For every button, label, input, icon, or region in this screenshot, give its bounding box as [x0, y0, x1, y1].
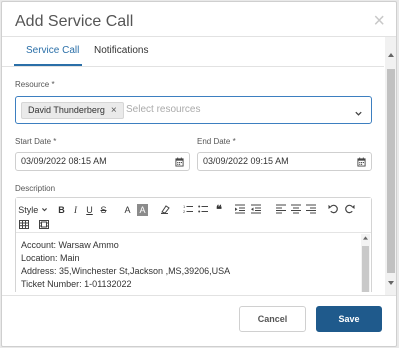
- undo-icon[interactable]: [327, 203, 340, 217]
- end-date-value: 03/09/2022 09:15 AM: [203, 156, 289, 166]
- required-mark: *: [53, 137, 57, 146]
- description-editor: Style B I U S A A 12 ❝ Account: Warsaw A…: [15, 197, 372, 292]
- resource-chip: David Thunderberg ×: [21, 102, 124, 119]
- table-icon[interactable]: [18, 220, 30, 232]
- description-label: Description: [15, 184, 56, 193]
- close-icon[interactable]: ×: [373, 11, 385, 31]
- description-line: Location: Main: [21, 253, 80, 263]
- add-service-call-dialog: Add Service Call × Service Call Notifica…: [1, 1, 397, 347]
- redo-icon[interactable]: [343, 203, 356, 217]
- calendar-icon[interactable]: [357, 156, 366, 173]
- media-icon[interactable]: [38, 220, 50, 232]
- bold-button[interactable]: B: [56, 204, 67, 216]
- dialog-scrollbar[interactable]: [385, 37, 396, 295]
- resource-chip-label: David Thunderberg: [28, 105, 105, 115]
- svg-text:2: 2: [183, 209, 186, 214]
- resource-search-input[interactable]: Select resources: [126, 103, 200, 117]
- chip-remove-icon[interactable]: ×: [111, 105, 117, 116]
- style-dropdown[interactable]: Style: [16, 204, 50, 216]
- start-date-value: 03/09/2022 08:15 AM: [21, 156, 107, 166]
- scroll-up-icon[interactable]: [363, 236, 368, 240]
- save-button[interactable]: Save: [316, 306, 382, 332]
- dialog-scroll-thumb[interactable]: [387, 69, 395, 273]
- start-date-label-text: Start Date: [15, 137, 52, 146]
- background-color-button[interactable]: A: [137, 204, 148, 216]
- description-line: Ticket Number: 1-01132022: [21, 279, 132, 289]
- blockquote-icon[interactable]: ❝: [213, 204, 225, 216]
- description-line: Address: 35,Winchester St,Jackson ,MS,39…: [21, 266, 231, 276]
- dialog-title: Add Service Call: [15, 13, 134, 30]
- start-date-input[interactable]: 03/09/2022 08:15 AM: [15, 152, 190, 171]
- strikethrough-button[interactable]: S: [98, 204, 109, 216]
- italic-button[interactable]: I: [70, 204, 81, 216]
- resource-multiselect[interactable]: David Thunderberg × Select resources: [15, 96, 372, 124]
- cancel-button[interactable]: Cancel: [239, 306, 306, 332]
- scroll-down-icon[interactable]: [388, 281, 394, 285]
- editor-toolbar: Style B I U S A A 12 ❝: [16, 198, 371, 233]
- style-dropdown-label: Style: [18, 205, 39, 215]
- end-date-input[interactable]: 03/09/2022 09:15 AM: [197, 152, 372, 171]
- outdent-icon[interactable]: [250, 204, 262, 217]
- ordered-list-icon[interactable]: 12: [182, 204, 194, 217]
- align-right-icon[interactable]: [305, 204, 317, 217]
- calendar-icon[interactable]: [175, 156, 184, 173]
- description-line: Account: Warsaw Ammo: [21, 240, 119, 250]
- required-mark: *: [51, 80, 55, 89]
- start-date-label: Start Date *: [15, 137, 56, 146]
- form-scroll-area: Resource * David Thunderberg × Select res…: [2, 67, 384, 292]
- chevron-down-icon[interactable]: [354, 105, 363, 123]
- scroll-up-icon[interactable]: [388, 53, 394, 57]
- tab-notifications[interactable]: Notifications: [94, 44, 148, 58]
- end-date-label-text: End Date: [197, 137, 231, 146]
- tab-bar: Service Call Notifications: [2, 44, 384, 68]
- chevron-down-icon: [41, 208, 47, 212]
- resource-label-text: Resource: [15, 80, 50, 89]
- bulleted-list-icon[interactable]: [197, 204, 209, 217]
- align-center-icon[interactable]: [290, 204, 302, 217]
- editor-scroll-thumb[interactable]: [362, 246, 369, 292]
- header-divider: [2, 36, 396, 37]
- clear-format-icon[interactable]: [159, 204, 171, 217]
- indent-icon[interactable]: [234, 204, 246, 217]
- underline-button[interactable]: U: [84, 204, 95, 216]
- description-content[interactable]: Account: Warsaw Ammo Location: Main Addr…: [21, 239, 356, 291]
- tab-service-call[interactable]: Service Call: [26, 44, 79, 58]
- align-left-icon[interactable]: [275, 204, 287, 217]
- resource-label: Resource *: [15, 80, 55, 89]
- required-mark: *: [232, 137, 236, 146]
- editor-scrollbar[interactable]: [361, 234, 370, 292]
- footer-divider: [2, 295, 396, 296]
- end-date-label: End Date *: [197, 137, 236, 146]
- font-color-button[interactable]: A: [122, 204, 133, 216]
